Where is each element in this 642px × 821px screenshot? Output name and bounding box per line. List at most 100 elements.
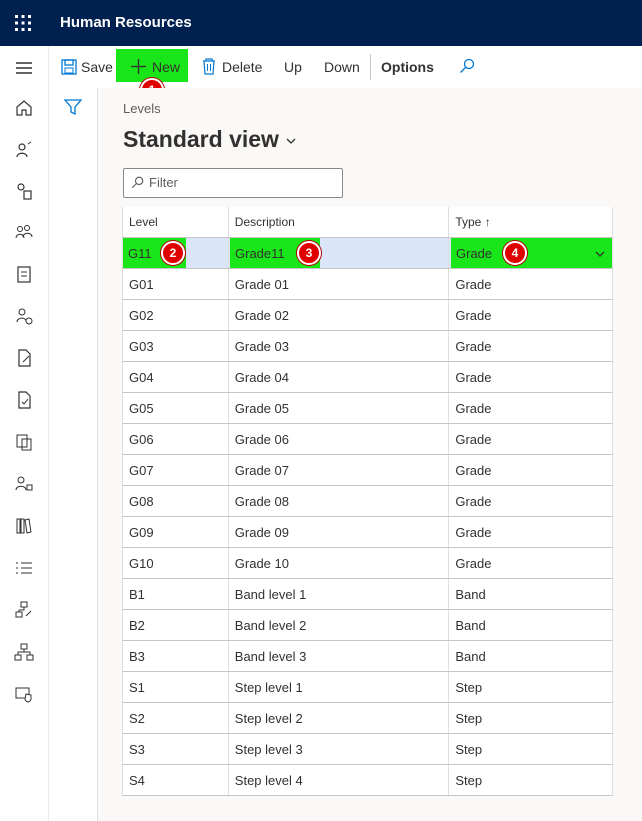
home-icon[interactable] xyxy=(14,98,34,118)
library-icon[interactable] xyxy=(14,516,34,536)
table-row[interactable]: G04 Grade 04 Grade xyxy=(122,361,613,393)
description-cell[interactable]: Grade 09 xyxy=(228,516,450,548)
type-cell[interactable]: Grade xyxy=(448,516,613,548)
description-cell[interactable]: Grade 06 xyxy=(228,423,450,455)
type-select[interactable]: Grade xyxy=(456,246,492,261)
type-cell[interactable]: Band xyxy=(448,609,613,641)
description-cell[interactable]: Step level 3 xyxy=(228,733,450,765)
type-cell[interactable]: Step xyxy=(448,671,613,703)
type-cell[interactable]: Grade xyxy=(448,423,613,455)
table-row[interactable]: G10 Grade 10 Grade xyxy=(122,547,613,579)
type-cell[interactable]: Grade xyxy=(448,361,613,393)
delete-button[interactable]: Delete xyxy=(222,46,262,88)
level-cell[interactable]: S2 xyxy=(122,702,229,734)
level-cell[interactable]: B3 xyxy=(122,640,229,672)
type-cell[interactable]: Grade xyxy=(448,392,613,424)
level-cell[interactable]: S3 xyxy=(122,733,229,765)
level-cell[interactable]: B1 xyxy=(122,578,229,610)
type-cell[interactable]: Grade xyxy=(448,330,613,362)
people-icon[interactable] xyxy=(14,140,34,160)
table-row[interactable]: S3 Step level 3 Step xyxy=(122,733,613,765)
options-button[interactable]: Options xyxy=(381,46,434,88)
document-edit-icon[interactable] xyxy=(14,348,34,368)
level-cell[interactable]: G01 xyxy=(122,268,229,300)
column-header-description[interactable]: Description xyxy=(228,207,450,238)
description-cell[interactable]: Grade 08 xyxy=(228,485,450,517)
type-cell[interactable]: Grade xyxy=(448,454,613,486)
shield-message-icon[interactable] xyxy=(14,684,34,704)
filter-input[interactable]: Filter xyxy=(123,168,343,198)
type-cell[interactable]: Grade xyxy=(448,547,613,579)
team-icon[interactable] xyxy=(14,222,34,242)
calculator-icon[interactable] xyxy=(14,432,34,452)
description-cell[interactable]: Grade 05 xyxy=(228,392,450,424)
table-row[interactable]: B3 Band level 3 Band xyxy=(122,640,613,672)
level-cell[interactable]: B2 xyxy=(122,609,229,641)
type-cell[interactable]: Grade xyxy=(448,485,613,517)
table-row[interactable]: B1 Band level 1 Band xyxy=(122,578,613,610)
save-button[interactable]: Save xyxy=(81,46,113,88)
description-cell[interactable]: Grade 01 xyxy=(228,268,450,300)
search-icon[interactable] xyxy=(459,58,475,74)
table-row[interactable]: G03 Grade 03 Grade xyxy=(122,330,613,362)
level-cell[interactable]: G03 xyxy=(122,330,229,362)
table-row[interactable]: B2 Band level 2 Band xyxy=(122,609,613,641)
description-cell[interactable]: Grade 10 xyxy=(228,547,450,579)
level-cell[interactable]: G08 xyxy=(122,485,229,517)
person-block-icon[interactable] xyxy=(14,306,34,326)
person-document-icon[interactable] xyxy=(14,181,34,201)
level-cell[interactable]: G04 xyxy=(122,361,229,393)
level-cell[interactable]: G05 xyxy=(122,392,229,424)
table-row[interactable]: G07 Grade 07 Grade xyxy=(122,454,613,486)
type-cell[interactable]: Grade xyxy=(448,268,613,300)
filter-icon[interactable] xyxy=(64,98,82,116)
type-cell[interactable]: Step xyxy=(448,764,613,796)
table-row[interactable]: S2 Step level 2 Step xyxy=(122,702,613,734)
person-group-icon[interactable] xyxy=(14,474,34,494)
description-cell[interactable]: Step level 1 xyxy=(228,671,450,703)
level-cell[interactable]: G07 xyxy=(122,454,229,486)
level-cell[interactable]: G09 xyxy=(122,516,229,548)
level-cell[interactable]: S1 xyxy=(122,671,229,703)
table-row[interactable]: G01 Grade 01 Grade xyxy=(122,268,613,300)
org-chart-icon[interactable] xyxy=(14,642,34,662)
table-row[interactable]: G09 Grade 09 Grade xyxy=(122,516,613,548)
page-title[interactable]: Standard view xyxy=(123,126,297,153)
level-cell[interactable]: S4 xyxy=(122,764,229,796)
type-cell[interactable]: Band xyxy=(448,578,613,610)
description-cell[interactable]: Grade 07 xyxy=(228,454,450,486)
description-cell[interactable]: Grade 02 xyxy=(228,299,450,331)
document-check-icon[interactable] xyxy=(14,390,34,410)
table-row[interactable]: G08 Grade 08 Grade xyxy=(122,485,613,517)
level-cell[interactable]: G06 xyxy=(122,423,229,455)
checklist-icon[interactable] xyxy=(14,558,34,578)
description-cell[interactable]: Band level 1 xyxy=(228,578,450,610)
description-cell[interactable]: Band level 3 xyxy=(228,640,450,672)
type-cell[interactable]: Band xyxy=(448,640,613,672)
level-cell[interactable]: G10 xyxy=(122,547,229,579)
table-row[interactable]: S1 Step level 1 Step xyxy=(122,671,613,703)
up-button[interactable]: Up xyxy=(284,46,302,88)
level-input[interactable]: G11 xyxy=(128,246,152,261)
org-edit-icon[interactable] xyxy=(14,600,34,620)
type-cell[interactable]: Grade xyxy=(448,299,613,331)
table-row[interactable]: G06 Grade 06 Grade xyxy=(122,423,613,455)
table-row[interactable]: S4 Step level 4 Step xyxy=(122,764,613,796)
hamburger-menu-icon[interactable] xyxy=(14,58,34,78)
level-cell[interactable]: G02 xyxy=(122,299,229,331)
column-header-level[interactable]: Level xyxy=(122,207,229,238)
description-cell[interactable]: Band level 2 xyxy=(228,609,450,641)
clipboard-icon[interactable] xyxy=(14,264,34,284)
description-input[interactable]: Grade11 xyxy=(235,246,285,261)
column-header-type[interactable]: Type ↑ xyxy=(448,207,613,238)
type-cell[interactable]: Step xyxy=(448,702,613,734)
description-cell[interactable]: Step level 4 xyxy=(228,764,450,796)
description-cell[interactable]: Step level 2 xyxy=(228,702,450,734)
app-launcher-icon[interactable] xyxy=(13,13,33,33)
type-cell[interactable]: Step xyxy=(448,733,613,765)
down-button[interactable]: Down xyxy=(324,46,360,88)
description-cell[interactable]: Grade 03 xyxy=(228,330,450,362)
table-row[interactable]: G05 Grade 05 Grade xyxy=(122,392,613,424)
description-cell[interactable]: Grade 04 xyxy=(228,361,450,393)
chevron-down-icon[interactable] xyxy=(594,248,606,260)
